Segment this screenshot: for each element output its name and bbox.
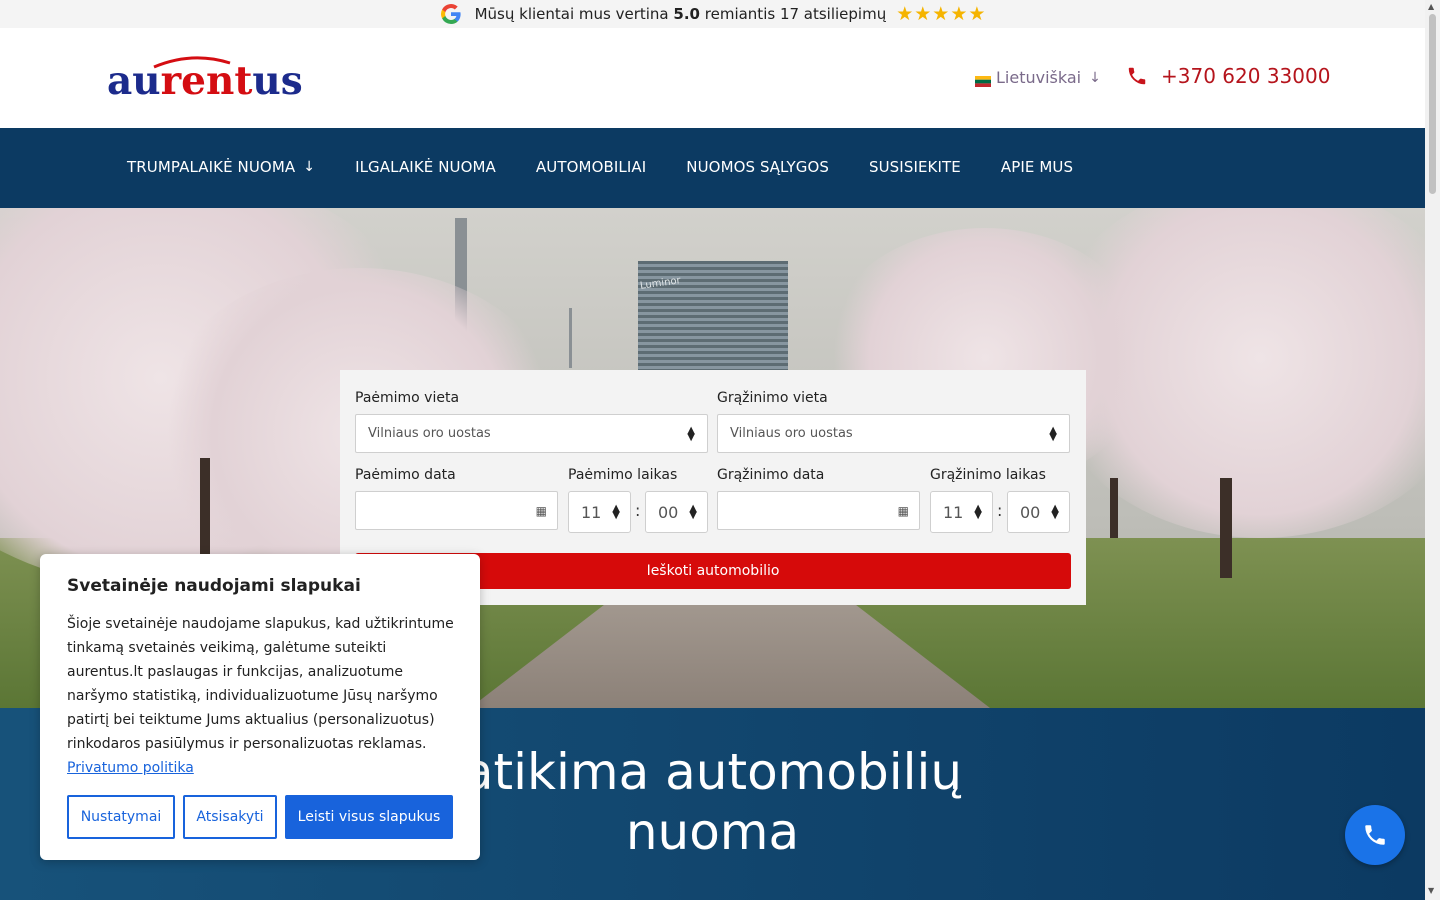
arrow-down-icon: ↓ xyxy=(303,159,316,175)
hero-tree-trunk xyxy=(1220,478,1232,578)
language-label: Lietuviškai xyxy=(996,68,1082,87)
scroll-thumb[interactable] xyxy=(1429,14,1436,194)
logo-part-3: us xyxy=(252,58,303,104)
header-phone-link[interactable]: +370 620 33000 xyxy=(1126,64,1330,88)
time-separator: : xyxy=(997,501,1003,520)
page-scrollbar[interactable]: ▲ ▼ xyxy=(1425,0,1440,900)
select-arrows-icon: ▲ ▼ xyxy=(1051,503,1059,521)
cookie-consent-dialog: Svetainėje naudojami slapukai Šioje svet… xyxy=(40,554,480,860)
cookie-reject-button[interactable]: Atsisakyti xyxy=(183,795,277,839)
cookie-accept-all-button[interactable]: Leisti visus slapukus xyxy=(285,795,453,839)
review-rating: 5.0 xyxy=(673,5,700,23)
select-arrows-icon: ▲ ▼ xyxy=(689,503,697,521)
nav-item-label: AUTOMOBILIAI xyxy=(535,158,647,176)
return-date-input[interactable]: ▦ xyxy=(717,491,920,530)
nav-item-long-term-rental[interactable]: ILGALAIKĖ NUOMA xyxy=(355,158,496,176)
pickup-location-value: Vilniaus oro uostas xyxy=(368,426,491,441)
phone-number: +370 620 33000 xyxy=(1161,64,1331,88)
hero-lamp-post xyxy=(569,308,572,368)
pickup-hour-select[interactable]: 11 ▲ ▼ xyxy=(568,491,631,533)
return-location-value: Vilniaus oro uostas xyxy=(730,426,853,441)
return-minute-value: 00 xyxy=(1020,502,1041,522)
nav-item-short-term-rental[interactable]: TRUMPALAIKĖ NUOMA ↓ xyxy=(127,158,315,176)
return-location-select[interactable]: Vilniaus oro uostas ▲ ▼ xyxy=(717,414,1070,453)
select-arrows-icon: ▲ ▼ xyxy=(974,503,982,521)
scroll-down-icon[interactable]: ▼ xyxy=(1428,886,1434,895)
google-icon xyxy=(440,4,461,24)
return-hour-value: 11 xyxy=(943,502,964,522)
logo-swoosh-icon xyxy=(153,56,231,69)
nav-item-label: SUSISIEKITE xyxy=(868,158,961,176)
pickup-hour-value: 11 xyxy=(581,502,602,522)
cookie-title: Svetainėje naudojami slapukai xyxy=(67,576,361,596)
nav-item-about[interactable]: APIE MUS xyxy=(1001,158,1073,176)
pickup-minute-value: 00 xyxy=(658,502,679,522)
phone-icon xyxy=(1128,67,1146,85)
pickup-minute-select[interactable]: 00 ▲ ▼ xyxy=(645,491,708,533)
hero-tree-trunk xyxy=(1110,478,1118,538)
select-arrows-icon: ▲ ▼ xyxy=(612,503,620,521)
arrow-down-icon: ↓ xyxy=(1089,69,1101,86)
privacy-policy-link[interactable]: Privatumo politika xyxy=(67,760,194,776)
return-date-label: Grąžinimo data xyxy=(717,467,825,483)
call-button[interactable] xyxy=(1345,805,1405,865)
pickup-time-label: Paėmimo laikas xyxy=(568,467,678,483)
nav-item-label: TRUMPALAIKĖ NUOMA xyxy=(127,158,296,176)
calendar-icon: ▦ xyxy=(535,504,547,518)
nav-item-label: NUOMOS SĄLYGOS xyxy=(686,158,829,176)
nav-item-contact[interactable]: SUSISIEKITE xyxy=(869,158,961,176)
pickup-date-input[interactable]: ▦ xyxy=(355,491,558,530)
review-text-after: remiantis 17 atsiliepimų xyxy=(704,5,887,23)
cookie-body: Šioje svetainėje naudojame slapukus, kad… xyxy=(67,612,462,780)
rating-stars-icon: ★★★★★ xyxy=(896,3,987,25)
cookie-body-text: Šioje svetainėje naudojame slapukus, kad… xyxy=(67,616,454,752)
nav-item-label: ILGALAIKĖ NUOMA xyxy=(355,158,496,176)
return-location-label: Grąžinimo vieta xyxy=(717,390,828,406)
scroll-up-icon[interactable]: ▲ xyxy=(1428,2,1434,11)
pickup-location-label: Paėmimo vieta xyxy=(355,390,460,406)
language-selector[interactable]: Lietuviškai ↓ xyxy=(975,68,1101,87)
review-bar: Mūsų klientai mus vertina 5.0 remiantis … xyxy=(0,0,1425,28)
review-text-before: Mūsų klientai mus vertina xyxy=(474,5,669,23)
site-header: aurentus Lietuviškai ↓ +370 620 33000 xyxy=(0,28,1425,128)
pickup-date-label: Paėmimo data xyxy=(355,467,456,483)
return-time-label: Grąžinimo laikas xyxy=(930,467,1046,483)
pickup-location-select[interactable]: Vilniaus oro uostas ▲ ▼ xyxy=(355,414,708,453)
return-minute-select[interactable]: 00 ▲ ▼ xyxy=(1007,491,1070,533)
lithuania-flag-icon xyxy=(975,72,991,87)
calendar-icon: ▦ xyxy=(897,504,909,518)
return-hour-select[interactable]: 11 ▲ ▼ xyxy=(930,491,993,533)
select-arrows-icon: ▲ ▼ xyxy=(1049,424,1057,443)
time-separator: : xyxy=(635,501,641,520)
cookie-settings-button[interactable]: Nustatymai xyxy=(67,795,175,839)
phone-icon xyxy=(1365,825,1385,845)
nav-item-rental-terms[interactable]: NUOMOS SĄLYGOS xyxy=(686,158,829,176)
nav-item-label: APIE MUS xyxy=(1000,158,1074,176)
main-nav: TRUMPALAIKĖ NUOMA ↓ ILGALAIKĖ NUOMA AUTO… xyxy=(0,128,1425,208)
nav-item-cars[interactable]: AUTOMOBILIAI xyxy=(536,158,646,176)
select-arrows-icon: ▲ ▼ xyxy=(687,424,695,443)
